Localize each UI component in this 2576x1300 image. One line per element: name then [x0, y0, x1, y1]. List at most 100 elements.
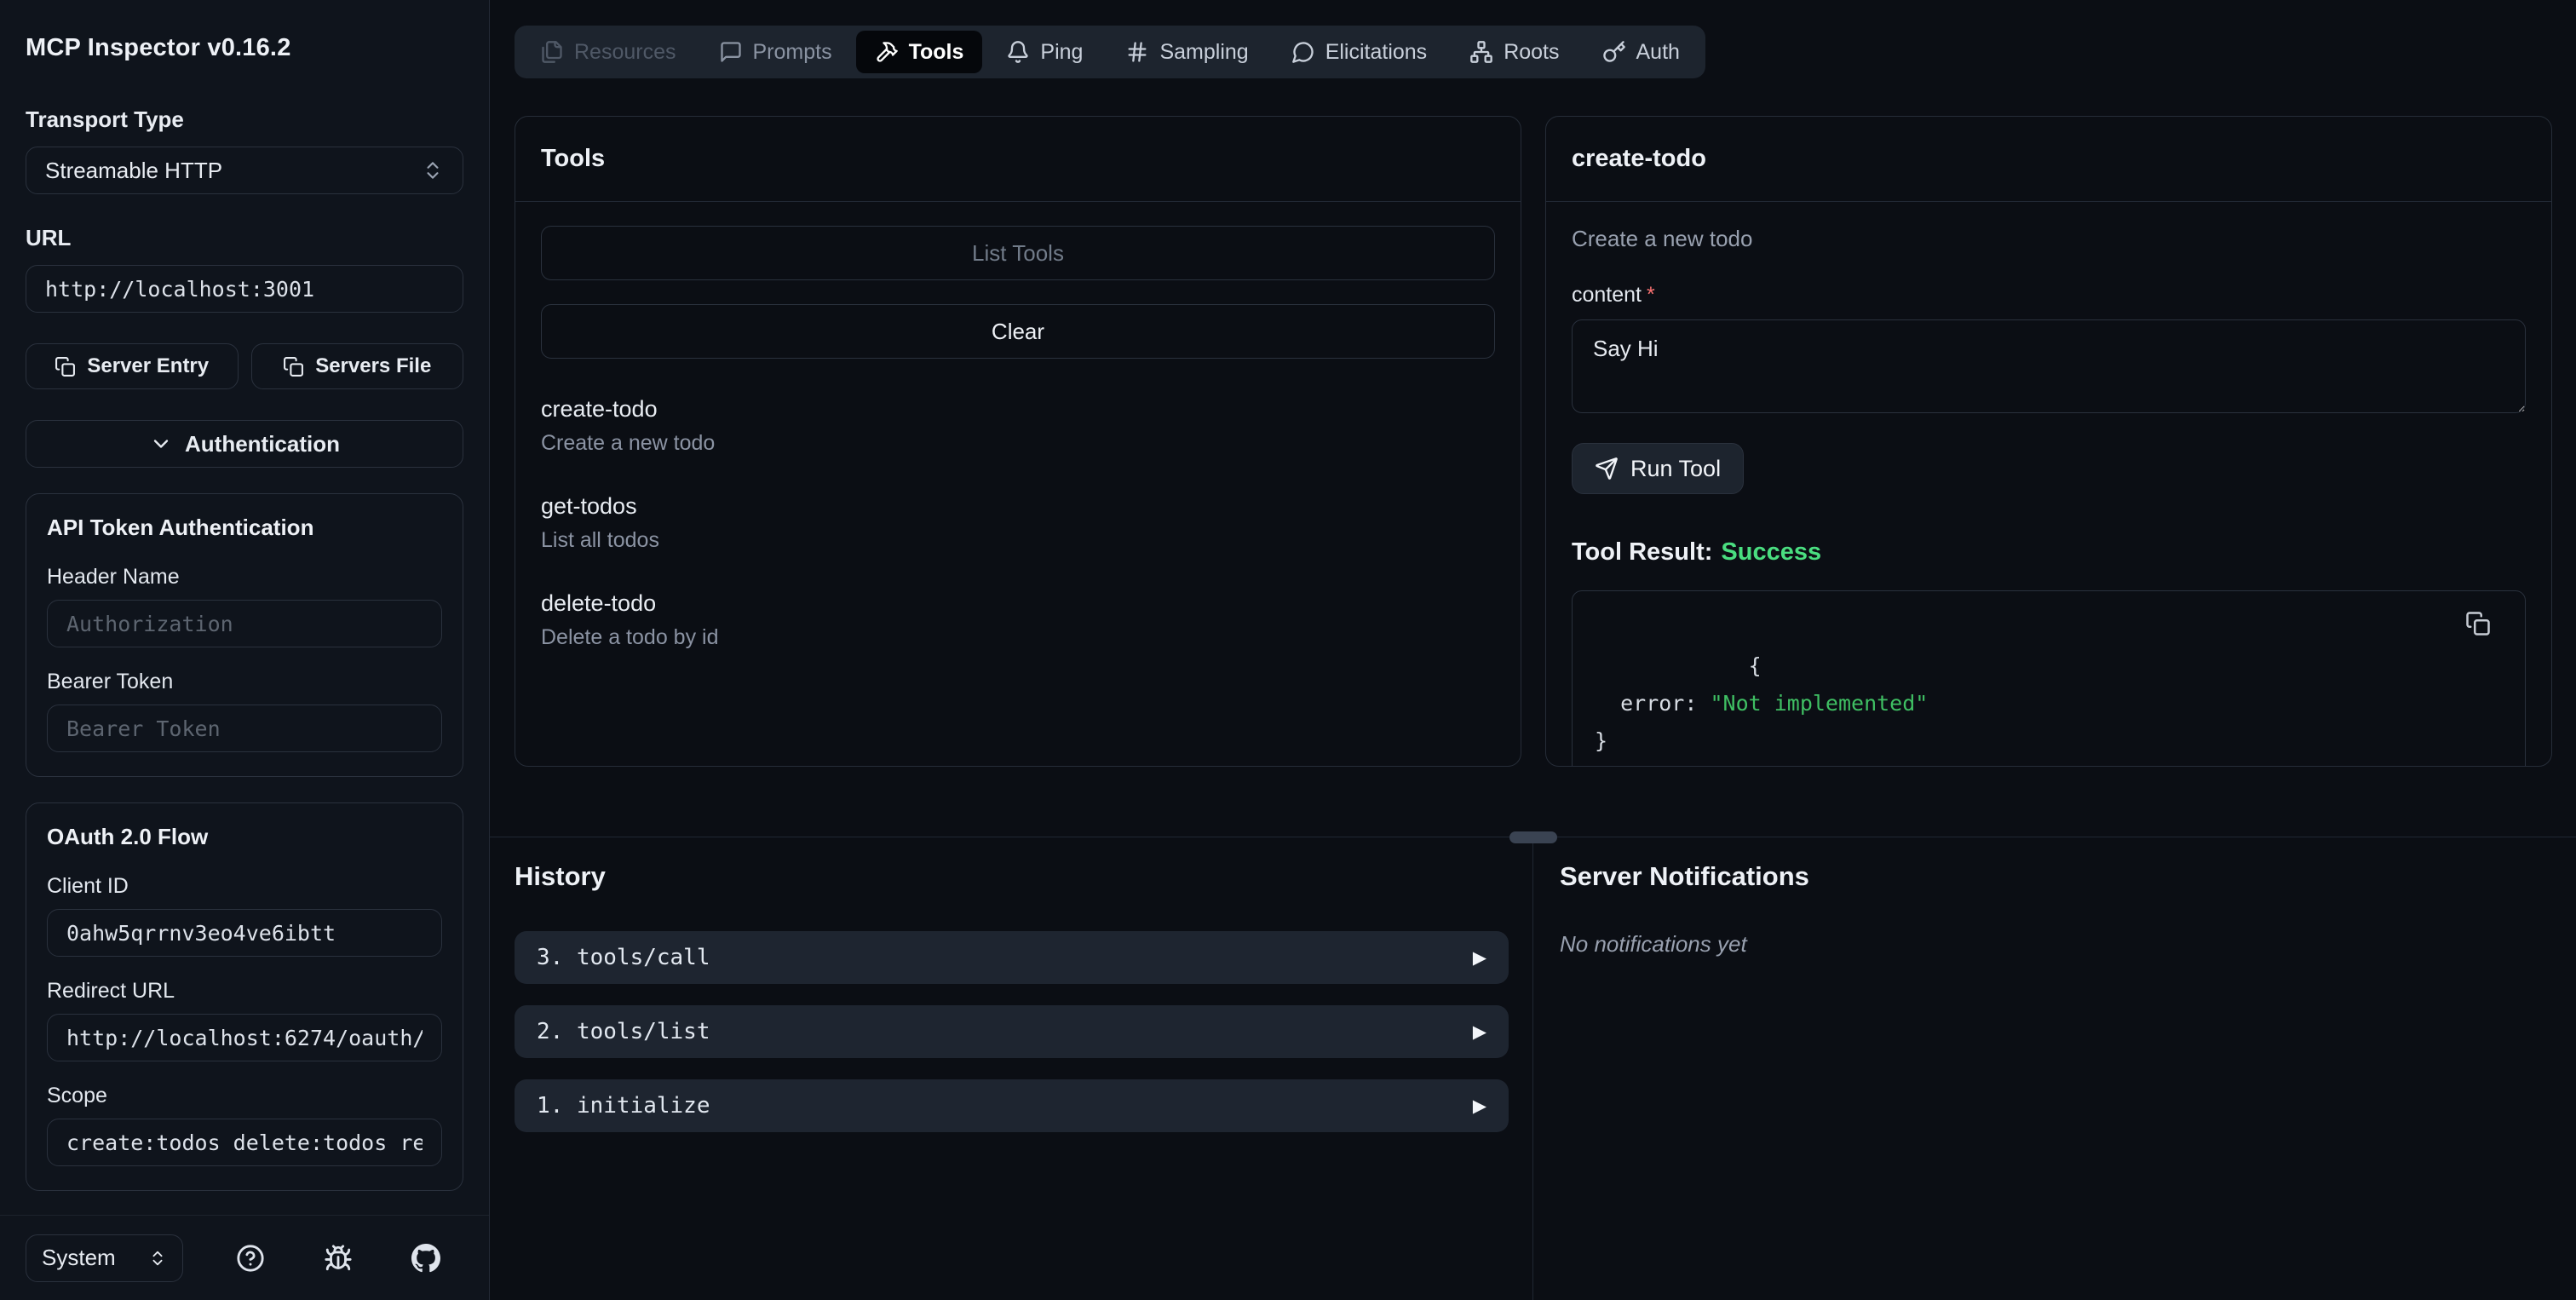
copy-icon	[2465, 585, 2516, 662]
chevrons-up-down-icon	[148, 1249, 167, 1268]
key-icon	[1602, 40, 1626, 64]
tools-panel-header: Tools	[515, 117, 1521, 202]
oauth-title: OAuth 2.0 Flow	[47, 824, 209, 849]
tab-prompts-label: Prompts	[752, 39, 832, 64]
github-icon	[411, 1243, 440, 1273]
servers-file-button[interactable]: Servers File	[250, 343, 463, 389]
clear-button[interactable]: Clear	[541, 304, 1495, 359]
tool-detail-panel: create-todo Create a new todo content * S…	[1545, 116, 2552, 767]
sidebar: MCP Inspector v0.16.2 Transport Type Str…	[0, 0, 490, 1300]
tab-elicitations[interactable]: Elicitations	[1273, 31, 1446, 73]
tab-resources[interactable]: Resources	[521, 31, 695, 73]
tools-panel: Tools List Tools Clear create-todo Creat…	[515, 116, 1521, 767]
tab-resources-label: Resources	[574, 39, 676, 64]
history-panel: History 3. tools/call ▶ 2. tools/list ▶ …	[490, 837, 1532, 1300]
split-drag-handle[interactable]	[1509, 831, 1557, 843]
theme-value: System	[42, 1245, 116, 1270]
tab-ping-label: Ping	[1040, 39, 1084, 64]
content-field-label: content *	[1572, 283, 2526, 308]
tab-roots[interactable]: Roots	[1451, 31, 1578, 73]
expand-arrow-icon: ▶	[1472, 1021, 1486, 1042]
tool-result-status: Success	[1721, 538, 1822, 566]
tool-list-item-get-todos[interactable]: get-todos List all todos	[541, 493, 1495, 553]
bell-icon	[1006, 40, 1030, 64]
tab-sampling-label: Sampling	[1159, 39, 1249, 64]
redirect-url-input[interactable]	[47, 1014, 442, 1061]
copy-icon	[283, 356, 304, 377]
topbar: Resources Prompts Tools Ping Sampling El…	[490, 0, 2576, 78]
tool-name: get-todos	[541, 493, 637, 519]
redirect-url-label: Redirect URL	[47, 979, 175, 1003]
bug-icon	[324, 1244, 353, 1273]
tools-panel-title: Tools	[541, 145, 606, 172]
history-item-label: 2. tools/list	[537, 1019, 710, 1044]
files-icon	[540, 40, 564, 64]
json-close-brace: }	[1595, 728, 1608, 753]
header-name-input[interactable]	[47, 600, 442, 647]
scope-input[interactable]	[47, 1119, 442, 1166]
tab-sampling[interactable]: Sampling	[1107, 31, 1267, 73]
transport-type-label: Transport Type	[26, 106, 184, 132]
help-button[interactable]	[230, 1238, 271, 1279]
client-id-input[interactable]	[47, 909, 442, 957]
url-input[interactable]	[26, 265, 463, 313]
tool-name: create-todo	[541, 396, 658, 422]
copy-result-button[interactable]	[2466, 605, 2510, 642]
history-item-tools-list[interactable]: 2. tools/list ▶	[515, 1005, 1509, 1058]
send-icon	[1595, 457, 1619, 480]
tab-elicitations-label: Elicitations	[1325, 39, 1428, 64]
tool-name: delete-todo	[541, 590, 657, 616]
authentication-toggle[interactable]: Authentication	[26, 420, 463, 468]
tab-auth[interactable]: Auth	[1584, 31, 1699, 73]
content-label-text: content	[1572, 283, 1642, 307]
debug-button[interactable]	[318, 1238, 359, 1279]
tool-list: create-todo Create a new todo get-todos …	[541, 396, 1495, 650]
tool-description: List all todos	[541, 528, 659, 552]
expand-arrow-icon: ▶	[1472, 1096, 1486, 1116]
history-title: History	[515, 861, 606, 891]
theme-select[interactable]: System	[26, 1234, 183, 1282]
run-tool-button[interactable]: Run Tool	[1572, 443, 1745, 494]
tool-detail-body: Create a new todo content * Say Hi Run To…	[1546, 202, 2551, 766]
bottom-section: History 3. tools/call ▶ 2. tools/list ▶ …	[490, 837, 2576, 1300]
bearer-token-input[interactable]	[47, 705, 442, 752]
api-token-card: API Token Authentication Header Name Bea…	[26, 493, 463, 777]
transport-type-select[interactable]: Streamable HTTP	[26, 147, 463, 194]
github-button[interactable]	[405, 1238, 446, 1279]
transport-type-value: Streamable HTTP	[45, 157, 223, 183]
tool-description: Create a new todo	[541, 431, 716, 455]
message-circle-icon	[1291, 40, 1315, 64]
copy-icon	[55, 356, 76, 377]
tab-prompts[interactable]: Prompts	[700, 31, 851, 73]
tool-list-item-delete-todo[interactable]: delete-todo Delete a todo by id	[541, 590, 1495, 650]
tab-tools-label: Tools	[908, 39, 964, 64]
history-item-label: 1. initialize	[537, 1093, 710, 1119]
url-label: URL	[26, 225, 72, 250]
tab-ping[interactable]: Ping	[987, 31, 1101, 73]
tab-auth-label: Auth	[1636, 39, 1680, 64]
notifications-empty-text: No notifications yet	[1560, 931, 1747, 957]
server-entry-button[interactable]: Server Entry	[26, 343, 239, 389]
sidebar-footer: System	[0, 1215, 489, 1300]
notifications-panel: Server Notifications No notifications ye…	[1533, 837, 2576, 1300]
redirect-url-field: Redirect URL	[47, 979, 442, 1061]
server-config-buttons: Server Entry Servers File	[26, 343, 463, 389]
json-string-value: "Not implemented"	[1710, 691, 1929, 716]
servers-file-label: Servers File	[315, 354, 432, 377]
history-item-tools-call[interactable]: 3. tools/call ▶	[515, 931, 1509, 984]
tab-tools[interactable]: Tools	[855, 31, 983, 73]
expand-arrow-icon: ▶	[1472, 947, 1486, 968]
content-panels: Tools List Tools Clear create-todo Creat…	[490, 78, 2576, 767]
tool-result-label: Tool Result:	[1572, 538, 1713, 566]
tool-list-item-create-todo[interactable]: create-todo Create a new todo	[541, 396, 1495, 456]
network-icon	[1469, 40, 1493, 64]
list-tools-button[interactable]: List Tools	[541, 226, 1495, 280]
history-item-initialize[interactable]: 1. initialize ▶	[515, 1079, 1509, 1132]
app-title: MCP Inspector v0.16.2	[26, 34, 291, 61]
app-root: MCP Inspector v0.16.2 Transport Type Str…	[0, 0, 2576, 1300]
hash-icon	[1125, 40, 1149, 64]
chevrons-up-down-icon	[422, 159, 444, 181]
tool-description: Delete a todo by id	[541, 625, 719, 649]
content-input[interactable]: Say Hi	[1572, 319, 2526, 413]
bearer-token-field: Bearer Token	[47, 670, 442, 752]
